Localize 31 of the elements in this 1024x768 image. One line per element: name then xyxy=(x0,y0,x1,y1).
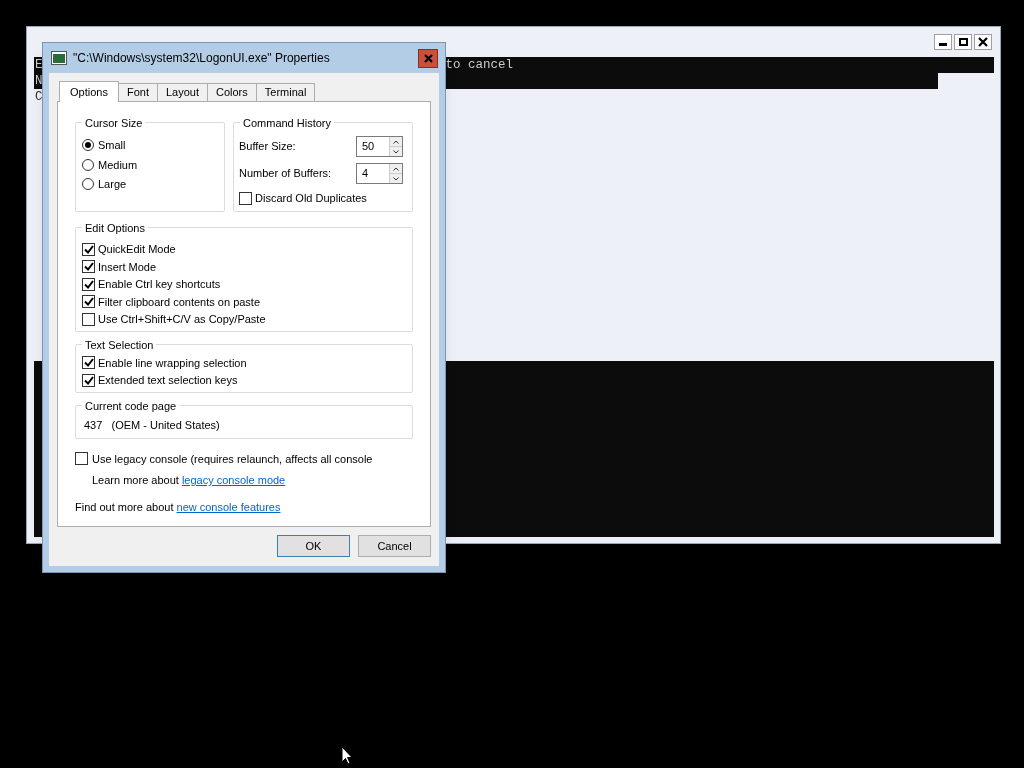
dialog-button[interactable]: Cancel xyxy=(358,535,431,557)
checkbox-label: Use Ctrl+Shift+C/V as Copy/Paste xyxy=(98,312,266,327)
link[interactable]: legacy console mode xyxy=(181,474,286,486)
tab[interactable]: Layout xyxy=(156,83,208,101)
code-page-value: 437 (OEM - United States) xyxy=(84,418,220,431)
console-text: E xyxy=(34,57,43,73)
console-text: to cancel xyxy=(445,57,514,73)
field-label: Buffer Size: xyxy=(239,139,296,155)
checkbox-label: Discard Old Duplicates xyxy=(255,191,367,206)
checkbox-label: Enable line wrapping selection xyxy=(98,355,247,371)
checkbox-label: Enable Ctrl key shortcuts xyxy=(98,277,221,292)
checkbox-label: Extended text selection keys xyxy=(98,373,238,388)
spin-box[interactable]: 50 xyxy=(356,136,403,157)
checkbox-label: Filter clipboard contents on paste xyxy=(98,294,261,310)
tab[interactable]: Options xyxy=(59,81,119,102)
console-text: N xyxy=(34,73,43,89)
radio-label: Medium xyxy=(98,157,138,173)
field-label: Number of Buffers: xyxy=(239,166,332,182)
dialog-button[interactable]: OK xyxy=(277,535,350,557)
console-text: C xyxy=(34,89,43,105)
window-title: "C:\Windows\system32\LogonUI.exe" Properties xyxy=(73,50,331,67)
checkbox-label: Use legacy console (requires relaunch, affects all console xyxy=(92,451,373,467)
checkbox-label: Insert Mode xyxy=(98,259,157,275)
radio-label: Large xyxy=(98,177,127,192)
learn-more-text: Learn more about legacy console mode xyxy=(92,473,287,488)
tab[interactable]: Terminal xyxy=(255,83,316,101)
radio-label: Small xyxy=(98,138,126,153)
link[interactable]: new console features xyxy=(176,500,281,513)
spin-box[interactable]: 4 xyxy=(356,163,403,184)
find-out-text: Find out more about new console features xyxy=(75,499,282,515)
checkbox-label: QuickEdit Mode xyxy=(98,242,176,257)
